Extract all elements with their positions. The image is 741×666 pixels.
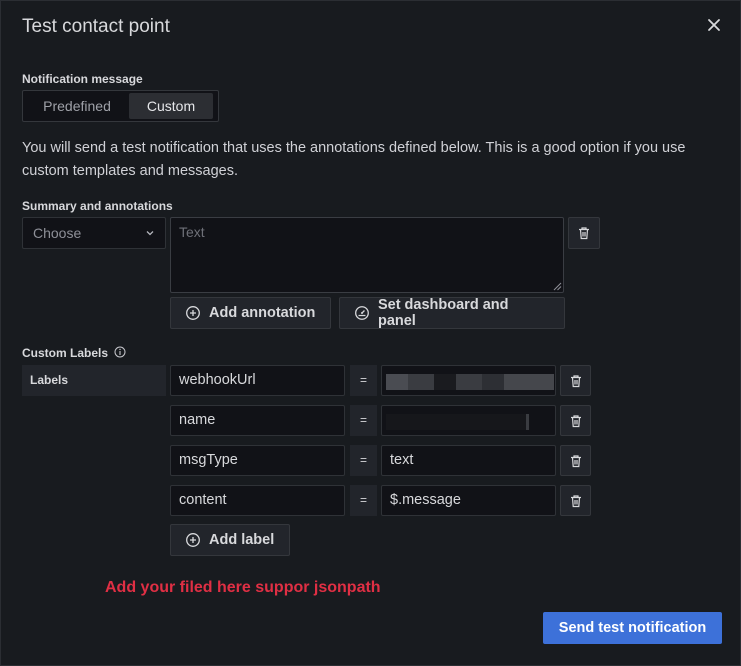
notification-message-label: Notification message	[22, 72, 143, 86]
delete-label-button[interactable]	[560, 365, 591, 396]
add-annotation-label: Add annotation	[209, 305, 316, 321]
info-icon[interactable]	[114, 346, 126, 358]
label-key-input[interactable]: name	[170, 405, 345, 436]
set-dashboard-panel-button[interactable]: Set dashboard and panel	[339, 297, 565, 329]
annotation-key-select[interactable]: Choose	[22, 217, 166, 249]
close-icon[interactable]	[704, 15, 724, 35]
delete-label-button[interactable]	[560, 445, 591, 476]
label-operator: =	[350, 365, 377, 396]
trash-icon	[579, 227, 589, 240]
resize-grip-icon[interactable]	[553, 282, 562, 291]
annotation-note: Add your filed here suppor jsonpath	[105, 579, 381, 596]
plus-circle-icon	[186, 533, 200, 547]
dashboard-icon	[355, 306, 369, 320]
description-text: You will send a test notification that u…	[22, 140, 686, 179]
label-operator: =	[350, 445, 377, 476]
label-key-input[interactable]: webhookUrl	[170, 365, 345, 396]
label-value-input[interactable]: text	[381, 445, 556, 476]
delete-annotation-button[interactable]	[568, 217, 600, 249]
redacted-value	[386, 374, 554, 390]
add-label-button[interactable]: Add label	[170, 524, 290, 556]
labels-tag: Labels	[22, 365, 166, 396]
summary-annotations-label: Summary and annotations	[22, 199, 173, 213]
label-value-input[interactable]	[381, 405, 556, 436]
notification-message-toggle: Predefined Custom	[22, 90, 219, 122]
modal-title: Test contact point	[22, 16, 170, 37]
delete-label-button[interactable]	[560, 405, 591, 436]
option-custom[interactable]: Custom	[129, 93, 213, 119]
label-key-input[interactable]: msgType	[170, 445, 345, 476]
trash-icon	[570, 414, 581, 427]
option-predefined[interactable]: Predefined	[25, 93, 129, 119]
add-label-text: Add label	[209, 532, 275, 548]
delete-label-button[interactable]	[560, 485, 591, 516]
test-contact-point-modal: Test contact point Notification message …	[0, 0, 741, 666]
label-operator: =	[350, 405, 377, 436]
chevron-down-icon	[146, 231, 154, 236]
trash-icon	[570, 374, 581, 387]
custom-labels-label: Custom Labels	[22, 346, 109, 360]
trash-icon	[570, 494, 581, 507]
label-value-input[interactable]	[381, 365, 556, 396]
trash-icon	[570, 454, 581, 467]
add-annotation-button[interactable]: Add annotation	[170, 297, 331, 329]
redacted-value	[386, 414, 529, 430]
annotation-value-textarea[interactable]	[170, 217, 564, 293]
set-dashboard-label: Set dashboard and panel	[377, 297, 509, 329]
label-operator: =	[350, 485, 377, 516]
select-placeholder: Choose	[33, 225, 82, 241]
label-value-input[interactable]: $.message	[381, 485, 556, 516]
plus-circle-icon	[186, 306, 200, 320]
label-key-input[interactable]: content	[170, 485, 345, 516]
send-test-notification-button[interactable]: Send test notification	[543, 612, 722, 644]
